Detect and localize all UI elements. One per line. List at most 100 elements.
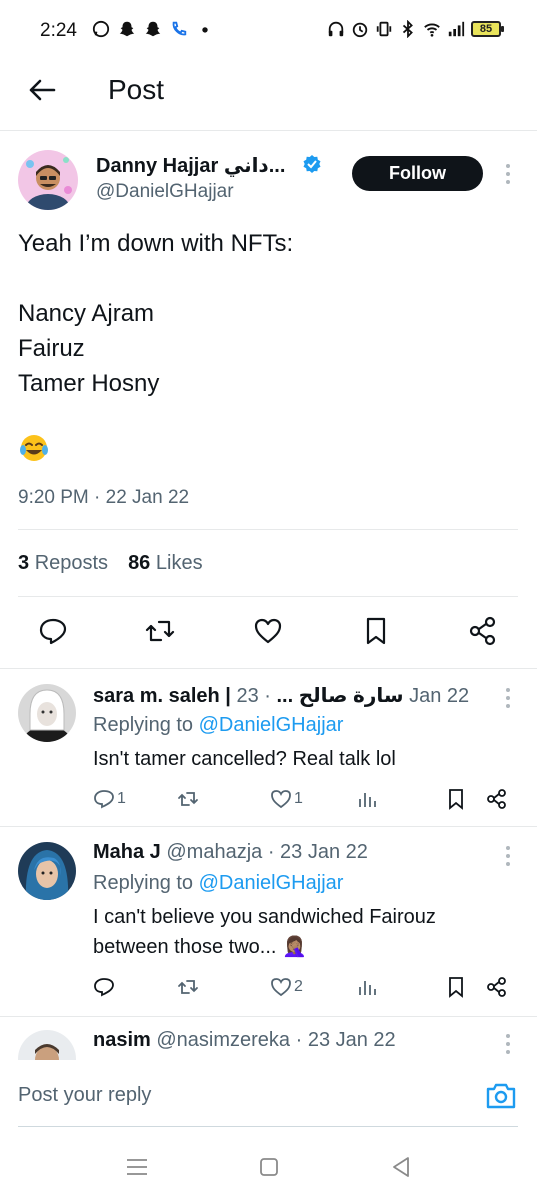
author-handle[interactable]: @DanielGHajjar	[96, 181, 234, 203]
replying-to-link[interactable]: @DanielGHajjar	[199, 714, 344, 736]
reply-avatar[interactable]	[18, 684, 76, 742]
reply-like-action[interactable]: 2	[270, 976, 303, 998]
bookmark-icon[interactable]	[361, 616, 391, 646]
reply-text: Isn't tamer cancelled? Real talk lol	[93, 744, 396, 774]
snapchat-icon	[119, 21, 135, 37]
reply-icon	[94, 790, 114, 809]
bluetooth-icon	[402, 20, 413, 38]
reply-line: between those two... 🤦🏽‍♀️	[93, 936, 307, 958]
back-icon[interactable]	[388, 1154, 414, 1180]
reply-author[interactable]: Maha J @mahazja · 23 Jan 22	[93, 841, 368, 864]
replying-to-link[interactable]: @DanielGHajjar	[199, 872, 344, 894]
reply-count: 1	[117, 790, 126, 807]
likes-count: 86	[128, 552, 151, 574]
replying-prefix: Replying to	[93, 714, 199, 736]
share-icon[interactable]	[468, 616, 498, 646]
header-divider	[0, 130, 537, 131]
replying-prefix: Replying to	[93, 872, 199, 894]
reply-repost-action[interactable]	[177, 976, 201, 998]
composer-underline	[18, 1126, 518, 1127]
phone-icon	[172, 21, 187, 36]
reply-views-action[interactable]	[356, 976, 378, 998]
reply-meta: @mahazja · 23 Jan 22	[160, 841, 368, 863]
more-options-icon[interactable]	[503, 844, 513, 868]
author-avatar[interactable]	[18, 150, 78, 210]
post-timestamp[interactable]: 9:20 PM · 22 Jan 22	[18, 487, 189, 509]
like-count: 2	[294, 978, 303, 995]
reply-meta: @nasimzereka · 23 Jan 22	[150, 1029, 396, 1051]
reply-like-action[interactable]: 1	[270, 788, 303, 810]
more-options-icon[interactable]	[503, 686, 513, 710]
like-icon[interactable]	[253, 616, 283, 646]
reply-item[interactable]: sara m. saleh | سارة صالح ... · 23 Jan 2…	[0, 668, 537, 826]
reply-icon[interactable]	[38, 616, 68, 646]
reply-author[interactable]: sara m. saleh | سارة صالح ... · 23 Jan 2…	[93, 683, 469, 708]
alarm-icon	[352, 22, 368, 38]
reply-text: I can't believe you sandwiched Fairouz b…	[93, 902, 436, 962]
status-bar: 2:24 85	[0, 0, 537, 62]
signal-icon	[448, 21, 465, 37]
reply-avatar[interactable]	[18, 842, 76, 900]
likes-stat[interactable]: 86 Likes	[128, 552, 203, 575]
reposts-label: Reposts	[34, 552, 109, 574]
author-avatar-image	[18, 150, 78, 210]
reply-input[interactable]	[18, 1080, 458, 1110]
reply-avatar-image	[18, 1030, 76, 1060]
reply-composer	[0, 1060, 537, 1126]
reposts-stat[interactable]: 3 Reposts	[18, 552, 108, 575]
more-options-icon[interactable]	[503, 1032, 513, 1056]
status-time: 2:24	[40, 20, 77, 41]
share-icon	[487, 789, 506, 809]
reply-bookmark-action[interactable]	[445, 788, 467, 810]
author-name[interactable]: Danny Hajjar داني...	[96, 153, 285, 178]
reply-share-action[interactable]	[486, 976, 508, 998]
reply-share-action[interactable]	[486, 788, 508, 810]
reply-item[interactable]: nasim @nasimzereka · 23 Jan 22	[0, 1016, 537, 1060]
like-icon	[271, 978, 291, 997]
reply-author-name: Maha J	[93, 841, 161, 863]
battery-icon: 85	[471, 21, 504, 37]
reply-avatar-image	[18, 842, 76, 900]
menu-icon[interactable]	[124, 1154, 150, 1180]
share-icon	[487, 977, 506, 997]
reply-reply-action[interactable]	[93, 976, 117, 998]
reply-bookmark-action[interactable]	[445, 976, 467, 998]
reply-line: I can't believe you sandwiched Fairouz	[93, 906, 436, 928]
system-icons: 85	[327, 20, 504, 38]
reply-views-action[interactable]	[356, 788, 378, 810]
whatsapp-icon	[92, 20, 110, 38]
home-icon[interactable]	[256, 1154, 282, 1180]
post-line: Fairuz	[18, 335, 85, 362]
reply-avatar[interactable]	[18, 1030, 76, 1060]
notification-icons	[92, 20, 214, 38]
reply-actions: 1 1	[0, 788, 537, 814]
replying-to: Replying to @DanielGHajjar	[93, 714, 343, 737]
post-line: Nancy Ajram	[18, 300, 155, 327]
meta-divider	[18, 529, 518, 530]
bookmark-icon	[449, 789, 463, 810]
reply-reply-action[interactable]: 1	[93, 788, 126, 810]
more-options-icon[interactable]	[503, 162, 513, 186]
post-text: Yeah I’m down with NFTs: Nancy Ajram Fai…	[18, 226, 293, 401]
wifi-icon	[424, 23, 440, 37]
reply-icon	[94, 978, 114, 997]
reply-repost-action[interactable]	[177, 788, 201, 810]
back-arrow-icon[interactable]	[26, 74, 58, 106]
reply-line: Isn't tamer cancelled? Real talk lol	[93, 748, 396, 770]
post-stats: 3 Reposts 86 Likes	[18, 552, 203, 575]
dot-icon	[202, 27, 208, 33]
reply-item[interactable]: Maha J @mahazja · 23 Jan 22 Replying to …	[0, 826, 537, 1016]
reply-author-name: nasim	[93, 1029, 151, 1051]
system-nav-bar	[0, 1140, 537, 1200]
like-icon	[271, 790, 291, 809]
camera-icon[interactable]	[485, 1082, 517, 1110]
like-count: 1	[294, 790, 303, 807]
stats-divider	[18, 596, 518, 597]
post-actions	[0, 612, 537, 652]
views-icon	[359, 981, 376, 995]
snapchat-icon	[145, 21, 161, 37]
vibrate-icon	[376, 21, 392, 37]
reply-author[interactable]: nasim @nasimzereka · 23 Jan 22	[93, 1029, 396, 1052]
follow-button[interactable]: Follow	[352, 156, 483, 191]
repost-icon[interactable]	[145, 616, 175, 646]
